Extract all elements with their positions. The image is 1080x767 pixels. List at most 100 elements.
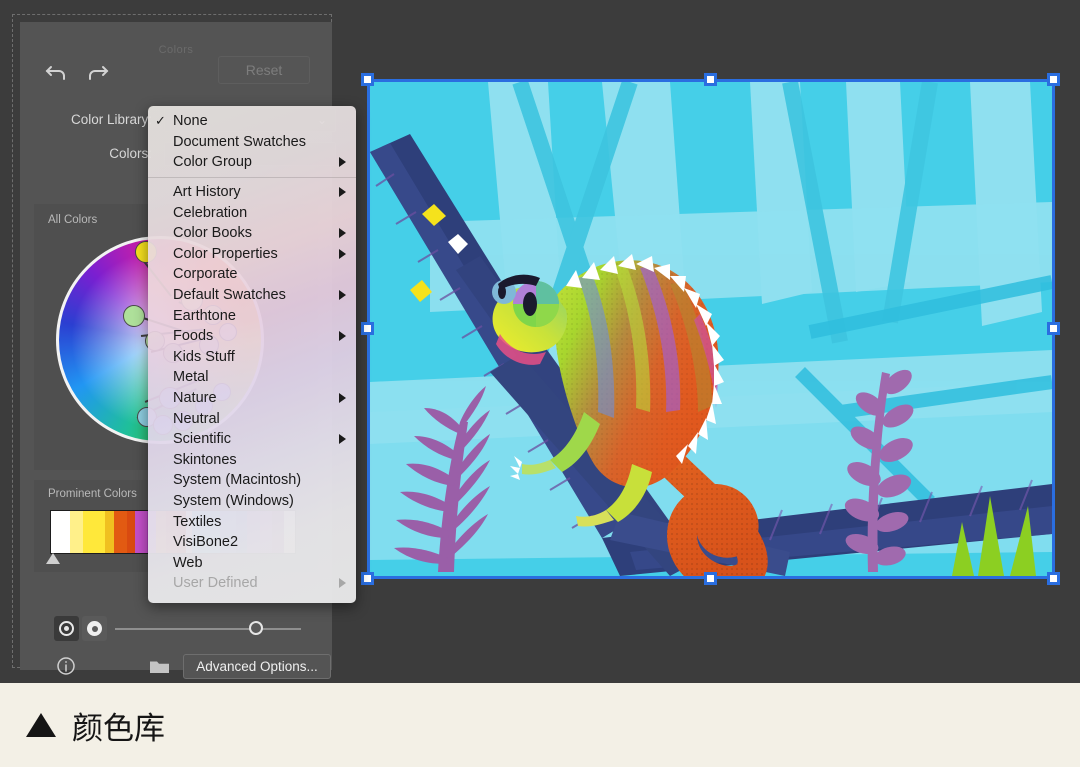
advanced-options-button[interactable]: Advanced Options... bbox=[183, 654, 331, 679]
menu-item[interactable]: Earthtone bbox=[148, 305, 356, 326]
target-circle-icon[interactable] bbox=[54, 616, 79, 641]
artboard-selection[interactable] bbox=[361, 73, 1060, 585]
menu-item[interactable]: Corporate bbox=[148, 264, 356, 285]
menu-item-label: Color Properties bbox=[173, 245, 278, 262]
menu-item-label: None bbox=[173, 113, 208, 130]
menu-item-label: Art History bbox=[173, 184, 241, 201]
menu-item[interactable]: Celebration bbox=[148, 202, 356, 223]
wheel-node[interactable] bbox=[123, 305, 145, 327]
all-colors-label: All Colors bbox=[48, 214, 98, 226]
color-slider[interactable] bbox=[115, 621, 301, 635]
reset-button[interactable]: Reset bbox=[218, 56, 310, 84]
prominent-color-swatch[interactable] bbox=[135, 511, 148, 553]
submenu-arrow-icon bbox=[339, 187, 346, 198]
menu-item-label: Nature bbox=[173, 390, 217, 407]
menu-item[interactable]: Skintones bbox=[148, 450, 356, 471]
submenu-arrow-icon bbox=[339, 393, 346, 404]
menu-item-label: VisiBone2 bbox=[173, 534, 239, 551]
screenshot-root: Colors Reset Color Library: Colors: All … bbox=[0, 0, 1080, 767]
menu-item[interactable]: Textiles bbox=[148, 511, 356, 532]
submenu-arrow-icon bbox=[339, 578, 346, 589]
panel-toolbar: Reset bbox=[20, 56, 332, 92]
menu-item-label: Textiles bbox=[173, 513, 222, 530]
menu-item-label: Metal bbox=[173, 369, 209, 386]
menu-item[interactable]: ✓ None bbox=[148, 111, 356, 132]
prominent-color-swatch[interactable] bbox=[83, 511, 105, 553]
handle-middle-left[interactable] bbox=[361, 322, 374, 335]
chameleon-eye bbox=[513, 281, 559, 327]
colors-label: Colors: bbox=[109, 146, 152, 161]
menu-item[interactable]: Art History bbox=[148, 182, 356, 203]
prominent-color-swatch[interactable] bbox=[69, 511, 84, 553]
submenu-arrow-icon bbox=[339, 228, 346, 239]
submenu-arrow-icon bbox=[339, 331, 346, 342]
menu-item-label: User Defined bbox=[173, 575, 258, 592]
menu-item-label: Web bbox=[173, 554, 203, 571]
handle-top-left[interactable] bbox=[361, 73, 374, 86]
submenu-arrow-icon bbox=[339, 248, 346, 259]
menu-item[interactable]: Scientific bbox=[148, 429, 356, 450]
menu-item-label: Skintones bbox=[173, 451, 237, 468]
prominent-color-swatch[interactable] bbox=[51, 511, 70, 553]
prominent-colors-label: Prominent Colors bbox=[48, 488, 137, 500]
menu-item-label: Neutral bbox=[173, 410, 220, 427]
menu-item[interactable]: Neutral bbox=[148, 408, 356, 429]
checkmark-icon: ✓ bbox=[155, 113, 166, 129]
submenu-arrow-icon bbox=[339, 290, 346, 301]
menu-item-label: System (Windows) bbox=[173, 492, 294, 509]
menu-item[interactable]: VisiBone2 bbox=[148, 532, 356, 553]
menu-item[interactable]: Document Swatches bbox=[148, 132, 356, 153]
prominent-colors-marker[interactable] bbox=[46, 553, 60, 564]
menu-item[interactable]: Color Group bbox=[148, 152, 356, 173]
menu-item-label: Corporate bbox=[173, 266, 238, 283]
handle-middle-right[interactable] bbox=[1047, 322, 1060, 335]
handle-top-center[interactable] bbox=[704, 73, 717, 86]
slider-track bbox=[115, 628, 301, 630]
menu-item-label: Celebration bbox=[173, 204, 248, 221]
menu-item[interactable]: Default Swatches bbox=[148, 285, 356, 306]
submenu-arrow-icon bbox=[339, 157, 346, 168]
chameleon-illustration-svg bbox=[370, 82, 1052, 576]
handle-bottom-left[interactable] bbox=[361, 572, 374, 585]
menu-item-label: Foods bbox=[173, 328, 214, 345]
menu-item-label: Color Group bbox=[173, 154, 252, 171]
color-library-label: Color Library: bbox=[70, 112, 152, 127]
prominent-color-swatch[interactable] bbox=[113, 511, 128, 553]
caption-text: 颜色库 bbox=[72, 710, 165, 747]
application-screenshot: Colors Reset Color Library: Colors: All … bbox=[0, 0, 1080, 683]
info-circle-icon[interactable] bbox=[54, 654, 78, 678]
menu-item: User Defined bbox=[148, 573, 356, 594]
menu-item-label: Document Swatches bbox=[173, 133, 306, 150]
filled-circle-icon[interactable] bbox=[82, 616, 107, 641]
redo-arrow-icon[interactable] bbox=[82, 58, 112, 88]
slider-knob[interactable] bbox=[249, 621, 264, 635]
menu-item[interactable]: Foods bbox=[148, 326, 356, 347]
undo-arrow-icon[interactable] bbox=[42, 58, 72, 88]
menu-item[interactable]: Web bbox=[148, 552, 356, 573]
menu-item[interactable]: System (Macintosh) bbox=[148, 470, 356, 491]
menu-item-label: System (Macintosh) bbox=[173, 472, 302, 489]
menu-padding bbox=[148, 594, 356, 599]
handle-bottom-center[interactable] bbox=[704, 572, 717, 585]
menu-item[interactable]: Color Properties bbox=[148, 244, 356, 265]
panel-title: Colors bbox=[158, 44, 194, 56]
menu-item-label: Default Swatches bbox=[173, 287, 286, 304]
menu-item[interactable]: Color Books bbox=[148, 223, 356, 244]
handle-top-right[interactable] bbox=[1047, 73, 1060, 86]
menu-item[interactable]: Kids Stuff bbox=[148, 347, 356, 368]
menu-items-container: ✓ None Document Swatches Color Group Art His… bbox=[148, 106, 356, 599]
chameleon-artwork[interactable] bbox=[370, 82, 1052, 576]
menu-item[interactable]: System (Windows) bbox=[148, 491, 356, 512]
menu-item[interactable]: Nature bbox=[148, 388, 356, 409]
menu-separator bbox=[148, 176, 356, 178]
menu-item-label: Scientific bbox=[173, 431, 232, 448]
menu-item-label: Kids Stuff bbox=[173, 348, 235, 365]
folder-icon[interactable] bbox=[148, 656, 172, 676]
submenu-arrow-icon bbox=[339, 434, 346, 445]
prominent-color-swatch[interactable] bbox=[104, 511, 114, 553]
figure-caption: 颜色库 bbox=[0, 683, 1080, 767]
color-library-dropdown-menu[interactable]: ✓ None Document Swatches Color Group Art His… bbox=[148, 106, 356, 603]
prominent-color-swatch[interactable] bbox=[127, 511, 136, 553]
menu-item[interactable]: Metal bbox=[148, 367, 356, 388]
handle-bottom-right[interactable] bbox=[1047, 572, 1060, 585]
